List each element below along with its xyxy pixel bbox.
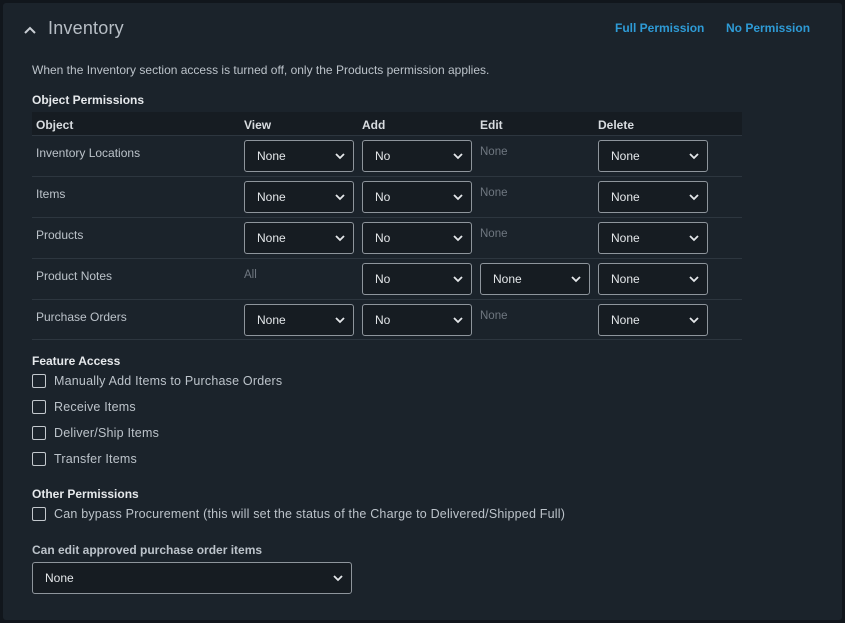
object-permissions-table: Object View Add Edit Delete Inventory Lo… [32,112,742,340]
feature-access-title: Feature Access [32,354,121,368]
edit-value: None [480,310,508,322]
add-select[interactable]: No [362,263,472,295]
select-value: No [375,190,391,204]
select-value: None [257,231,286,245]
edit-value: None [480,187,508,199]
edit-select[interactable]: None [480,263,590,295]
add-select[interactable]: No [362,181,472,213]
view-select[interactable]: None [244,140,354,172]
select-value: None [611,313,640,327]
other-permissions-title: Other Permissions [32,487,139,501]
inventory-panel: Inventory Full Permission No Permission … [3,3,842,620]
chevron-down-icon [453,235,463,242]
chevron-down-icon [689,153,699,160]
object-permissions-title: Object Permissions [32,93,145,107]
select-value: None [257,313,286,327]
approved-po-items-label: Can edit approved purchase order items [32,543,263,557]
chevron-down-icon [571,276,581,283]
view-select[interactable]: None [244,181,354,213]
checkbox[interactable] [32,400,46,414]
chevron-down-icon [335,235,345,242]
section-title: Inventory [48,18,124,38]
chevron-down-icon [689,317,699,324]
chevron-up-icon[interactable] [22,22,38,38]
table-row: Products None No None None [32,217,742,258]
select-value: None [611,231,640,245]
select-value: No [375,231,391,245]
chevron-down-icon [335,317,345,324]
table-row: Purchase Orders None No None None [32,299,742,340]
chevron-down-icon [453,317,463,324]
select-value: None [257,149,286,163]
header-add: Add [362,118,386,132]
chevron-down-icon [689,276,699,283]
chevron-down-icon [453,194,463,201]
checkbox[interactable] [32,452,46,466]
header-edit: Edit [480,118,503,132]
select-value: None [493,272,522,286]
section-header[interactable]: Inventory Full Permission No Permission [3,3,842,53]
object-name: Product Notes [36,269,113,283]
delete-select[interactable]: None [598,181,708,213]
select-value: No [375,149,391,163]
chevron-down-icon [335,153,345,160]
table-row: Product Notes All No None None [32,258,742,299]
delete-select[interactable]: None [598,304,708,336]
table-row: Inventory Locations None No None None [32,135,742,176]
select-value: None [611,272,640,286]
chevron-down-icon [333,575,343,582]
add-select[interactable]: No [362,304,472,336]
select-value: None [611,149,640,163]
header-object: Object [36,118,74,132]
delete-select[interactable]: None [598,222,708,254]
select-value: No [375,313,391,327]
chevron-down-icon [453,153,463,160]
object-name: Purchase Orders [36,310,127,324]
chevron-down-icon [453,276,463,283]
add-select[interactable]: No [362,140,472,172]
section-note: When the Inventory section access is tur… [32,63,490,77]
select-value: None [257,190,286,204]
checkbox-label[interactable]: Receive Items [54,400,136,414]
table-header: Object View Add Edit Delete [32,112,742,135]
object-name: Inventory Locations [36,146,141,160]
checkbox[interactable] [32,507,46,521]
chevron-down-icon [689,194,699,201]
add-select[interactable]: No [362,222,472,254]
select-value: None [45,571,74,585]
checkbox-label[interactable]: Manually Add Items to Purchase Orders [54,374,282,388]
checkbox[interactable] [32,374,46,388]
table-row: Items None No None None [32,176,742,217]
delete-select[interactable]: None [598,263,708,295]
object-name: Products [36,228,84,242]
full-permission-link[interactable]: Full Permission [615,21,704,35]
edit-value: None [480,228,508,240]
select-value: No [375,272,391,286]
checkbox[interactable] [32,426,46,440]
approved-po-items-select[interactable]: None [32,562,352,594]
chevron-down-icon [689,235,699,242]
delete-select[interactable]: None [598,140,708,172]
header-delete: Delete [598,118,635,132]
view-value: All [244,269,257,281]
edit-value: None [480,146,508,158]
view-select[interactable]: None [244,304,354,336]
checkbox-label[interactable]: Can bypass Procurement (this will set th… [54,507,565,521]
view-select[interactable]: None [244,222,354,254]
no-permission-link[interactable]: No Permission [726,21,810,35]
object-name: Items [36,187,66,201]
select-value: None [611,190,640,204]
checkbox-label[interactable]: Deliver/Ship Items [54,426,159,440]
checkbox-label[interactable]: Transfer Items [54,452,137,466]
chevron-down-icon [335,194,345,201]
header-view: View [244,118,272,132]
